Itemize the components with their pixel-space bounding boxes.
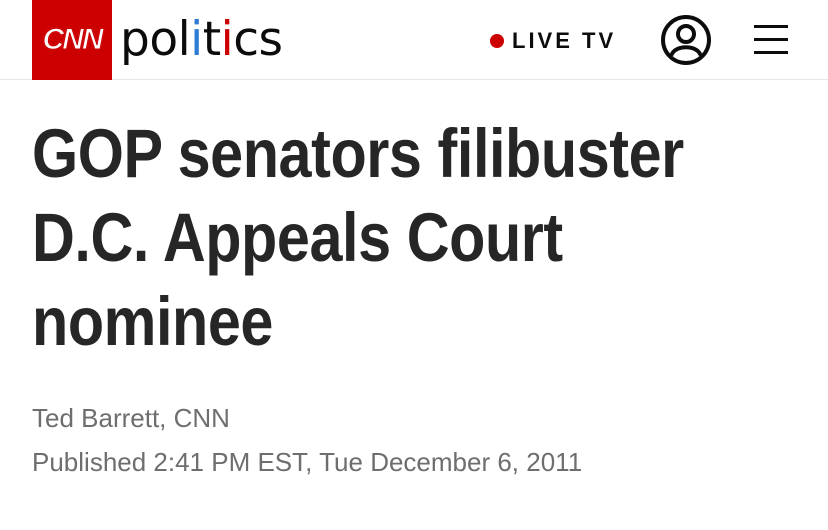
section-name-part-5: cs xyxy=(233,12,283,67)
article-byline: Ted Barrett, CNN xyxy=(32,402,230,434)
section-name-part-3: t xyxy=(202,12,221,67)
section-name-part-1: pol xyxy=(120,12,191,67)
cnn-logo[interactable]: CNN xyxy=(32,0,112,80)
live-tv-label: LIVE TV xyxy=(512,28,617,53)
section-name-politics[interactable]: politics xyxy=(120,10,283,70)
live-tv-link[interactable]: LIVE TV xyxy=(490,26,616,56)
user-account-button[interactable] xyxy=(660,14,712,66)
section-name-part-4: i xyxy=(220,12,234,67)
site-header: CNN politics LIVE TV xyxy=(0,0,828,80)
article-headline: GOP senators filibuster D.C. Appeals Cou… xyxy=(32,115,684,360)
article-timestamp: Published 2:41 PM EST, Tue December 6, 2… xyxy=(32,447,583,477)
menu-button[interactable] xyxy=(752,20,790,60)
section-name-part-2: i xyxy=(190,12,203,67)
author-link[interactable]: Ted Barrett, CNN xyxy=(32,403,230,433)
cnn-logo-text: CNN xyxy=(42,23,104,57)
live-dot-icon xyxy=(490,34,504,48)
hamburger-menu-icon xyxy=(754,25,788,54)
user-circle-icon xyxy=(661,15,711,65)
